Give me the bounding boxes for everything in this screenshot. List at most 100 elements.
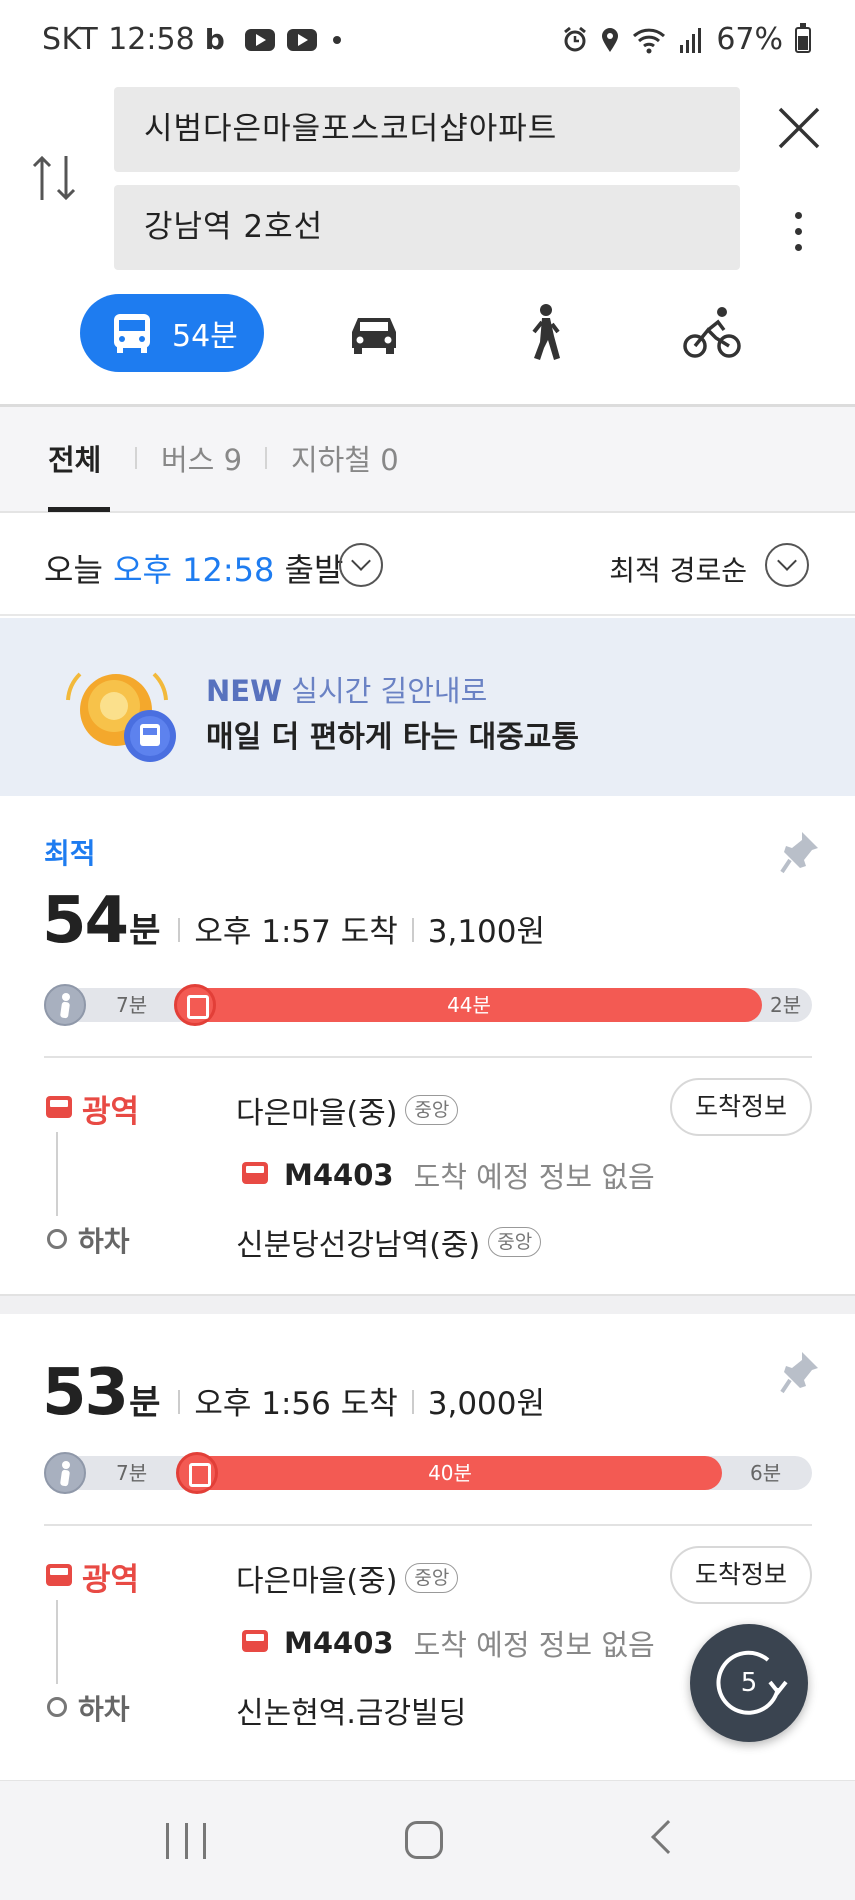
alight-stop-marker [47, 1229, 67, 1249]
departure-day: 오늘 [44, 551, 103, 589]
walk-after-time: 2분 [770, 993, 802, 1017]
bus-segment: 44분 [176, 988, 762, 1022]
status-right: 67% [562, 22, 811, 57]
tab-separator [265, 447, 267, 469]
board-stop: 다은마을(중) 중앙 [236, 1556, 459, 1600]
status-left: SKT 12:58 b [42, 22, 341, 57]
line-type-label: 광역 [44, 1554, 139, 1599]
bus-icon [176, 1452, 218, 1494]
alight-label: 하차 [78, 1225, 130, 1258]
close-icon[interactable] [774, 103, 824, 153]
swap-direction-icon[interactable] [30, 148, 80, 208]
alight-stop: 신분당선강남역(중) 중앙 [236, 1220, 542, 1264]
route-duration-unit: 분 [129, 1383, 161, 1423]
banner-subtext: 매일 더 편하게 타는 대중교통 [206, 720, 579, 755]
tab-separator [135, 447, 137, 469]
banner-headline: NEW 실시간 길안내로 [206, 668, 487, 710]
bus-number: M4403 [284, 1626, 394, 1660]
route-card[interactable]: 최적 54 분 오후 1:57 도착 3,100원 7분 44분 2분 광역 다… [0, 796, 855, 1294]
bus-icon [44, 1094, 74, 1124]
mode-transit-tab[interactable]: 54분 [80, 294, 264, 372]
battery-icon [795, 22, 811, 53]
walk-icon[interactable] [514, 302, 574, 364]
transit-duration: 54분 [172, 319, 238, 354]
route-summary: 54 분 오후 1:57 도착 3,100원 [42, 884, 545, 958]
wifi-icon [633, 28, 666, 53]
summary-separator [178, 1390, 181, 1414]
route-fare: 3,000원 [427, 1386, 546, 1422]
route-timeline-bar: 7분 40분 6분 [44, 1452, 812, 1494]
bus-icon [114, 314, 150, 353]
stop-tag: 중앙 [488, 1227, 542, 1257]
route-arrival: 오후 1:56 도착 [194, 1386, 398, 1422]
route-fare: 3,100원 [427, 914, 546, 950]
walk-icon [44, 1452, 86, 1494]
app-notification-icon: b [204, 22, 225, 56]
line-type-text: 광역 [82, 1562, 140, 1598]
tab-all[interactable]: 전체 [48, 437, 101, 479]
alight-stop-name: 신분당선강남역(중) [236, 1228, 481, 1263]
chevron-down-icon[interactable] [765, 543, 809, 587]
alarm-icon [564, 26, 587, 51]
route-connector-line [56, 1132, 58, 1216]
location-icon [602, 27, 619, 52]
walk-before-time: 7분 [116, 993, 148, 1017]
more-notifications-icon [332, 35, 341, 44]
promo-banner[interactable]: NEW 실시간 길안내로 매일 더 편하게 타는 대중교통 [0, 618, 855, 796]
bus-arrival-status: 도착 예정 정보 없음 [413, 1628, 655, 1662]
tab-bus[interactable]: 버스 9 [161, 437, 242, 479]
divider [44, 1056, 812, 1058]
bus-icon [174, 984, 216, 1026]
alight-label: 하차 [78, 1693, 130, 1726]
summary-separator [411, 918, 414, 942]
route-arrival: 오후 1:57 도착 [194, 914, 398, 950]
alight-stop: 신논현역.금강빌딩 [236, 1688, 466, 1732]
destination-input[interactable]: 강남역 2호선 [114, 185, 740, 270]
home-icon[interactable] [405, 1821, 443, 1859]
departure-time-selector[interactable]: 오늘 오후 12:58 출발 [44, 545, 343, 591]
board-stop: 다은마을(중) 중앙 [236, 1088, 459, 1132]
arrival-info-button[interactable]: 도착정보 [670, 1078, 812, 1136]
card-separator [0, 1294, 855, 1314]
route-duration: 53 [42, 1356, 129, 1430]
stop-tag: 중앙 [405, 1095, 459, 1125]
alight-stop-name: 신논현역.금강빌딩 [236, 1696, 467, 1731]
bus-icon [44, 1562, 74, 1592]
chevron-down-icon[interactable] [339, 543, 383, 587]
origin-input[interactable]: 시범다은마을포스코더샵아파트 [114, 87, 740, 172]
bus-line-info: M4403 도착 예정 정보 없음 [240, 1622, 655, 1664]
alight-stop-marker [47, 1697, 67, 1717]
status-bar: SKT 12:58 b 67% [0, 0, 855, 80]
carrier-label: SKT [42, 22, 99, 57]
summary-separator [411, 1390, 414, 1414]
pin-icon[interactable] [780, 1350, 820, 1394]
new-badge: NEW [206, 674, 283, 708]
line-type-label: 광역 [44, 1086, 139, 1131]
more-options-button[interactable] [786, 212, 810, 262]
refresh-button[interactable]: 5 [690, 1624, 808, 1742]
recent-apps-icon[interactable] [166, 1823, 206, 1859]
departure-time: 오후 12:58 [113, 551, 275, 589]
tab-subway[interactable]: 지하철 0 [291, 437, 399, 479]
divider [44, 1524, 812, 1526]
bell-bus-icon [66, 672, 176, 762]
bike-icon[interactable] [682, 302, 742, 364]
route-connector-line [56, 1600, 58, 1684]
route-duration-unit: 분 [129, 911, 161, 951]
walk-after-time: 6분 [750, 1461, 782, 1485]
youtube-icon [286, 28, 317, 51]
bus-number: M4403 [284, 1158, 394, 1192]
line-type-text: 광역 [82, 1094, 140, 1130]
signal-icon [680, 27, 702, 53]
sort-order-label[interactable]: 최적 경로순 [609, 549, 747, 589]
bus-segment: 40분 [178, 1456, 722, 1490]
pin-icon[interactable] [780, 830, 820, 874]
battery-percent: 67% [716, 22, 783, 57]
car-icon[interactable] [344, 302, 404, 364]
back-icon[interactable] [651, 1820, 685, 1854]
arrival-info-button[interactable]: 도착정보 [670, 1546, 812, 1604]
clock: 12:58 [108, 22, 195, 57]
youtube-icon [244, 28, 275, 51]
walk-before-time: 7분 [116, 1461, 148, 1485]
refresh-countdown: 5 [740, 1668, 758, 1698]
